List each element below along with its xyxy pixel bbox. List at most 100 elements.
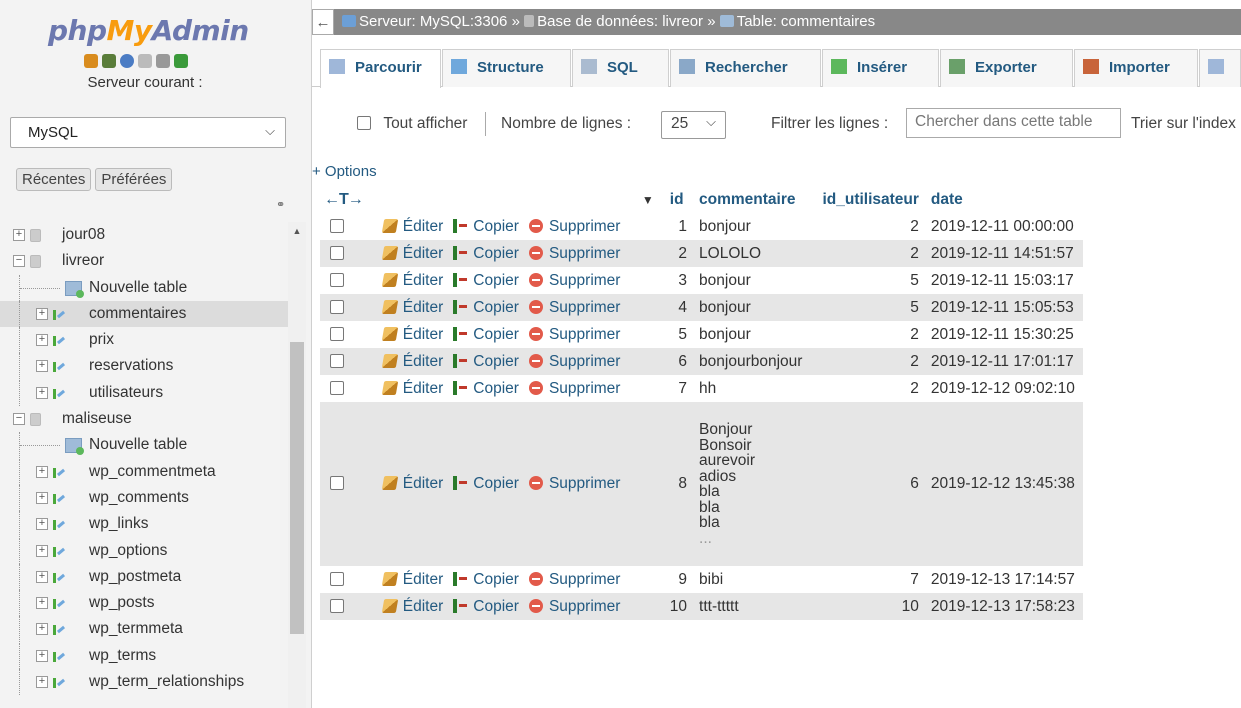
expand-icon[interactable]: +	[36, 465, 48, 478]
cell-id-utilisateur[interactable]: 2	[816, 375, 925, 402]
cell-date[interactable]: 2019-12-13 17:14:57	[924, 566, 1083, 593]
copy-link[interactable]: Copier	[443, 299, 519, 316]
edit-link[interactable]: Éditer	[381, 245, 443, 262]
tree-item[interactable]: − livreor	[0, 248, 288, 274]
server-select[interactable]: MySQL ⌵	[10, 117, 286, 148]
edit-link[interactable]: Éditer	[381, 218, 443, 235]
edit-link[interactable]: Éditer	[381, 571, 443, 588]
cell-date[interactable]: 2019-12-11 14:51:57	[924, 240, 1083, 267]
tree-item[interactable]: + wp_term_relationships	[0, 669, 288, 696]
copy-link[interactable]: Copier	[443, 326, 519, 343]
cell-id-utilisateur[interactable]: 10	[816, 593, 925, 620]
copy-link[interactable]: Copier	[443, 475, 519, 492]
cell-commentaire[interactable]: hh	[693, 375, 817, 402]
copy-link[interactable]: Copier	[443, 245, 519, 262]
breadcrumb-server[interactable]: Serveur: MySQL:3306	[359, 13, 507, 30]
expand-icon[interactable]: +	[36, 491, 48, 504]
expand-icon[interactable]: +	[36, 570, 48, 583]
tab-importer[interactable]: Importer	[1074, 49, 1198, 87]
delete-link[interactable]: Supprimer	[519, 218, 620, 235]
back-arrow-icon[interactable]: ←	[312, 9, 334, 35]
tree-item[interactable]: + wp_links	[0, 511, 288, 538]
show-all-checkbox[interactable]	[357, 116, 371, 130]
cell-id[interactable]: 1	[663, 213, 694, 240]
tab-favorites[interactable]: Préférées	[95, 168, 173, 191]
tree-item[interactable]: + wp_termmeta	[0, 616, 288, 643]
row-checkbox[interactable]	[330, 218, 344, 233]
copy-link[interactable]: Copier	[443, 380, 519, 397]
tree-item[interactable]: + wp_terms	[0, 642, 288, 669]
expand-icon[interactable]: +	[36, 386, 48, 399]
help-icon[interactable]	[120, 54, 134, 68]
tab-more[interactable]	[1199, 49, 1241, 87]
cell-id-utilisateur[interactable]: 2	[816, 213, 925, 240]
tree-item[interactable]: Nouvelle table	[0, 432, 288, 459]
tree-item[interactable]: + wp_comments	[0, 484, 288, 511]
edit-link[interactable]: Éditer	[381, 475, 443, 492]
edit-link[interactable]: Éditer	[381, 326, 443, 343]
reload-icon[interactable]	[174, 54, 188, 68]
cell-id-utilisateur[interactable]: 6	[816, 402, 925, 566]
expand-icon[interactable]: +	[36, 334, 48, 347]
cell-date[interactable]: 2019-12-12 13:45:38	[924, 402, 1083, 566]
column-commentaire[interactable]: commentaire	[693, 187, 817, 213]
tree-item[interactable]: + reservations	[0, 353, 288, 380]
row-checkbox[interactable]	[330, 299, 344, 314]
tab-parcourir[interactable]: Parcourir	[320, 49, 441, 88]
delete-link[interactable]: Supprimer	[519, 475, 620, 492]
row-checkbox[interactable]	[330, 353, 344, 368]
rows-select[interactable]: 25 ⌵	[661, 111, 726, 139]
gear-icon[interactable]	[156, 54, 170, 68]
copy-link[interactable]: Copier	[443, 218, 519, 235]
doc-icon[interactable]	[138, 54, 152, 68]
scroll-up-icon[interactable]: ▲	[288, 222, 306, 240]
delete-link[interactable]: Supprimer	[519, 245, 620, 262]
cell-id-utilisateur[interactable]: 2	[816, 240, 925, 267]
expand-icon[interactable]: +	[36, 649, 48, 662]
show-all[interactable]: Tout afficher	[357, 115, 467, 133]
copy-link[interactable]: Copier	[443, 353, 519, 370]
delete-link[interactable]: Supprimer	[519, 380, 620, 397]
expand-icon[interactable]: +	[36, 544, 48, 557]
tree-item[interactable]: + wp_postmeta	[0, 563, 288, 590]
cell-id[interactable]: 5	[663, 321, 694, 348]
row-checkbox[interactable]	[330, 245, 344, 260]
copy-link[interactable]: Copier	[443, 272, 519, 289]
delete-link[interactable]: Supprimer	[519, 598, 620, 615]
cell-commentaire[interactable]: bonjour	[693, 294, 817, 321]
delete-link[interactable]: Supprimer	[519, 299, 620, 316]
tab-rechercher[interactable]: Rechercher	[670, 49, 821, 87]
cell-commentaire[interactable]: Bonjour Bonsoir aurevoir adios bla bla bla...	[693, 402, 817, 566]
cell-commentaire[interactable]: bibi	[693, 566, 817, 593]
cell-commentaire[interactable]: bonjourbonjour	[693, 348, 817, 375]
edit-link[interactable]: Éditer	[381, 598, 443, 615]
cell-id[interactable]: 2	[663, 240, 694, 267]
scrollbar-thumb[interactable]	[290, 342, 304, 634]
cell-id-utilisateur[interactable]: 2	[816, 348, 925, 375]
breadcrumb-database[interactable]: Base de données: livreor	[537, 13, 703, 30]
cell-commentaire[interactable]: bonjour	[693, 267, 817, 294]
phpmyadmin-logo[interactable]: phpMyAdmin	[48, 14, 249, 47]
cell-id[interactable]: 7	[663, 375, 694, 402]
tree-item[interactable]: + prix	[0, 327, 288, 354]
cell-date[interactable]: 2019-12-12 09:02:10	[924, 375, 1083, 402]
row-checkbox[interactable]	[330, 571, 344, 586]
edit-link[interactable]: Éditer	[381, 272, 443, 289]
cell-date[interactable]: 2019-12-11 15:30:25	[924, 321, 1083, 348]
cell-id-utilisateur[interactable]: 2	[816, 321, 925, 348]
row-checkbox[interactable]	[330, 326, 344, 341]
cell-id-utilisateur[interactable]: 5	[816, 294, 925, 321]
options-toggle[interactable]: + Options	[312, 163, 377, 180]
expand-icon[interactable]: +	[36, 597, 48, 610]
column-arrows[interactable]: ←T→	[324, 191, 364, 208]
expand-icon[interactable]: +	[36, 676, 48, 689]
cell-id[interactable]: 4	[663, 294, 694, 321]
cell-date[interactable]: 2019-12-13 17:58:23	[924, 593, 1083, 620]
tab-recent[interactable]: Récentes	[16, 168, 92, 191]
expand-icon[interactable]: +	[13, 229, 25, 241]
cell-date[interactable]: 2019-12-11 00:00:00	[924, 213, 1083, 240]
tab-sql[interactable]: SQL	[572, 49, 669, 87]
column-id[interactable]: id	[663, 187, 694, 213]
tab-insérer[interactable]: Insérer	[822, 49, 939, 87]
tree-item[interactable]: + jour08	[0, 222, 288, 248]
